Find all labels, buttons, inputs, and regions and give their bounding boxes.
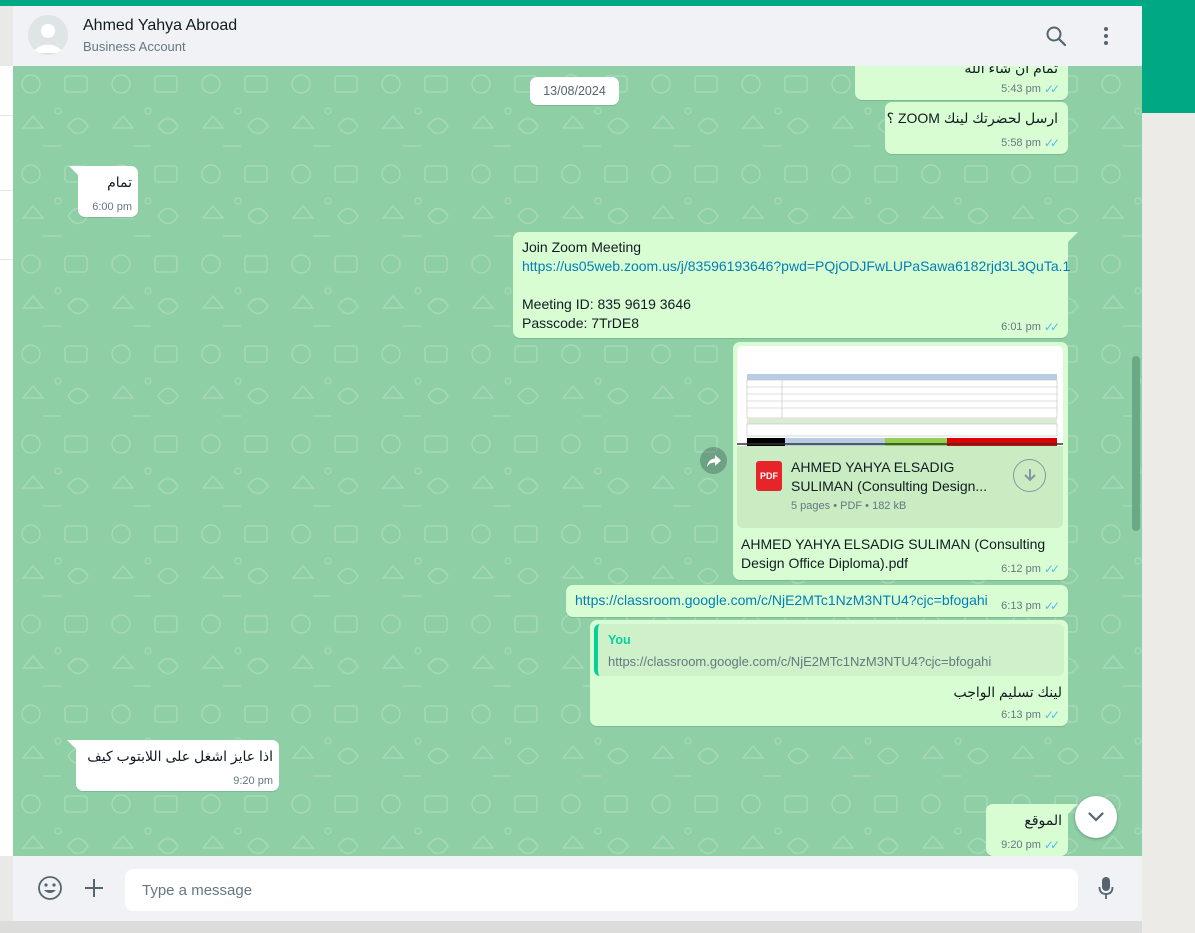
chevron-down-icon [1088,812,1104,822]
contact-subtitle: Business Account [83,39,186,54]
document-info: 5 pages • PDF • 182 kB [791,500,907,512]
right-pane [1142,113,1195,933]
message-text: Passcode: 7TrDE8 [522,315,639,331]
message-input[interactable] [125,869,1078,911]
quoted-message[interactable]: You https://classroom.google.com/c/NjE2M… [594,624,1064,676]
plus-icon[interactable] [80,874,108,902]
message-text: Meeting ID: 835 9619 3646 [522,296,691,312]
microphone-icon[interactable] [1092,874,1120,902]
scroll-to-bottom-button[interactable] [1075,796,1117,838]
emoji-icon[interactable] [36,874,64,902]
classroom-link[interactable]: https://classroom.google.com/c/NjE2MTc1N… [575,592,988,608]
message-text: Join Zoom Meeting [522,239,642,255]
read-ticks-icon: ✓✓ [1043,82,1060,96]
bottom-band [0,921,1142,933]
message-time: 6:12 pm [1001,563,1041,575]
message-text: اذا عايز اشغل على اللابتوب كيف [87,748,273,764]
date-chip: 13/08/2024 [530,77,619,105]
message-time: 6:01 pm [1001,321,1041,333]
download-icon[interactable] [1013,459,1046,492]
read-ticks-icon: ✓✓ [1043,562,1060,576]
zoom-link[interactable]: https://us05web.zoom.us/j/83596193646?pw… [522,257,1070,276]
quote-text: https://classroom.google.com/c/NjE2MTc1N… [608,654,992,669]
message-text: الموقع [1024,812,1062,828]
message-time: 5:43 pm [1001,83,1041,95]
pdf-icon: PDF [756,461,782,491]
left-strip [0,66,13,856]
contact-name[interactable]: Ahmed Yahya Abroad [83,17,237,35]
default-avatar-icon[interactable] [28,15,68,55]
message-text: ارسل لحضرتك لينك ZOOM ؟ [886,110,1058,126]
right-accent-block [1142,6,1195,113]
chat-area[interactable]: 13/08/2024 تمام ان شاء الله 5:43 pm ✓✓ ار… [13,66,1142,856]
message-bubble-outgoing[interactable]: https://classroom.google.com/c/NjE2MTc1N… [566,585,1068,617]
read-ticks-icon: ✓✓ [1043,320,1060,334]
chat-scrollbar[interactable] [1132,356,1140,531]
message-bubble-reply[interactable]: You https://classroom.google.com/c/NjE2M… [590,620,1068,726]
message-bubble-outgoing[interactable]: Join Zoom Meeting https://us05web.zoom.u… [513,232,1070,338]
forward-icon[interactable] [700,447,727,474]
message-text: تمام [107,174,132,190]
document-caption: AHMED YAHYA ELSADIG SULIMAN (Consulting [741,536,1046,552]
message-bubble-outgoing[interactable]: ارسل لحضرتك لينك ZOOM ؟ 5:58 pm ✓✓ [885,102,1068,154]
message-time: 9:20 pm [1001,839,1041,851]
message-bubble-incoming[interactable]: تمام 6:00 pm [78,166,138,217]
message-time: 9:20 pm [233,775,273,787]
message-time: 6:13 pm [1001,709,1041,721]
compose-bar [13,856,1142,921]
search-icon[interactable] [1044,24,1068,48]
message-text: تمام ان شاء الله [964,66,1058,76]
read-ticks-icon: ✓✓ [1043,838,1060,852]
quote-author: You [608,633,631,647]
read-ticks-icon: ✓✓ [1043,599,1060,613]
message-bubble-document[interactable]: PDF AHMED YAHYA ELSADIG SULIMAN (Consult… [733,342,1068,580]
message-bubble-outgoing[interactable]: تمام ان شاء الله 5:43 pm ✓✓ [855,66,1068,100]
document-caption: Design Office Diploma).pdf [741,555,909,571]
document-title: AHMED YAHYA ELSADIG SULIMAN (Consulting … [791,459,988,494]
message-bubble-outgoing[interactable]: الموقع 9:20 pm ✓✓ [986,804,1068,856]
document-preview[interactable] [737,346,1063,446]
menu-dots-icon[interactable] [1094,24,1118,48]
bubble-tail [1068,232,1078,242]
document-card[interactable]: PDF AHMED YAHYA ELSADIG SULIMAN (Consult… [737,446,1063,528]
read-ticks-icon: ✓✓ [1043,136,1060,150]
message-text: لينك تسليم الواجب [953,684,1062,700]
message-time: 6:00 pm [92,201,132,213]
message-time: 6:13 pm [1001,600,1041,612]
chat-header[interactable]: Ahmed Yahya Abroad Business Account [13,6,1142,66]
read-ticks-icon: ✓✓ [1043,708,1060,722]
message-bubble-incoming[interactable]: اذا عايز اشغل على اللابتوب كيف 9:20 pm [76,740,279,791]
message-time: 5:58 pm [1001,137,1041,149]
